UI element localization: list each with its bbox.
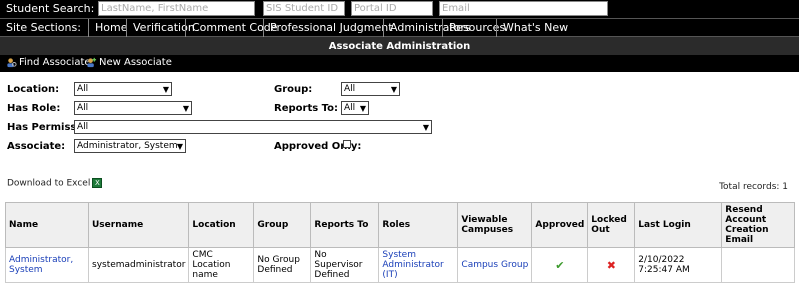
student-name-input[interactable]: LastName, FirstName — [98, 1, 255, 16]
new-associate-label: New Associate — [99, 57, 172, 68]
col-location[interactable]: Location — [188, 202, 255, 248]
reports-to-cell: No Supervisor Defined — [310, 247, 380, 283]
filter-panel: Location: All ▼ Group: All ▼ Has Role: A… — [0, 72, 799, 172]
chevron-down-icon: ▼ — [176, 142, 183, 151]
chevron-down-icon: ▼ — [390, 85, 397, 94]
group-value: All — [344, 84, 356, 94]
associate-select[interactable]: Administrator, System ▼ — [74, 139, 186, 153]
approved-cell: ✔ — [531, 247, 589, 283]
total-records: Total records: 1 — [719, 182, 788, 192]
associate-label: Associate: — [7, 141, 66, 152]
student-search-bar: Student Search: LastName, FirstName SIS … — [0, 0, 799, 18]
location-value: All — [77, 84, 89, 94]
location-label: Location: — [7, 84, 60, 95]
col-last-login[interactable]: Last Login — [634, 202, 723, 248]
col-username[interactable]: Username — [87, 202, 190, 248]
has-permission-select[interactable]: All ▼ — [74, 120, 432, 134]
table-header-row: Name Username Location Group Reports To … — [5, 202, 795, 248]
nav-whats-new[interactable]: What's New — [496, 19, 574, 37]
col-locked-out[interactable]: Locked Out — [587, 202, 636, 248]
col-viewable-campuses: Viewable Campuses — [457, 202, 533, 248]
has-role-select[interactable]: All ▼ — [74, 101, 192, 115]
find-user-icon — [7, 58, 17, 68]
campuses-link[interactable]: Campus Group — [457, 247, 533, 283]
group-select[interactable]: All ▼ — [341, 82, 400, 96]
has-role-value: All — [77, 103, 89, 113]
x-icon[interactable]: ✖ — [607, 259, 616, 272]
table-row: Administrator, System systemadministrato… — [5, 247, 795, 283]
reports-to-label: Reports To: — [274, 103, 339, 114]
col-group[interactable]: Group — [253, 202, 312, 248]
col-reports-to[interactable]: Reports To — [310, 202, 380, 248]
new-associate-button[interactable]: New Associate — [86, 57, 172, 68]
chevron-down-icon: ▼ — [182, 104, 189, 113]
action-toolbar: Find Associate New Associate — [0, 55, 799, 72]
add-user-icon — [87, 57, 97, 68]
location-select[interactable]: All ▼ — [74, 82, 172, 96]
chevron-down-icon: ▼ — [359, 104, 366, 113]
download-to-excel-link[interactable]: Download to Excel X — [7, 178, 103, 189]
last-login-cell: 2/10/2022 7:25:47 AM — [634, 247, 723, 283]
has-role-label: Has Role: — [7, 103, 61, 114]
site-sections-nav: Site Sections: Home Verification Comment… — [0, 18, 799, 37]
has-permission-value: All — [77, 122, 89, 132]
col-resend-email: Resend Account Creation Email — [721, 202, 795, 248]
nav-professional-judgment[interactable]: Professional Judgment — [263, 19, 399, 37]
reports-to-select[interactable]: All ▼ — [341, 101, 369, 115]
col-approved[interactable]: Approved — [531, 202, 589, 248]
group-label: Group: — [274, 84, 313, 95]
col-name[interactable]: Name — [5, 202, 89, 248]
col-roles: Roles — [378, 202, 459, 248]
find-associate-button[interactable]: Find Associate — [6, 57, 91, 68]
student-search-label: Student Search: — [6, 2, 95, 15]
approved-only-checkbox[interactable] — [343, 140, 351, 148]
resend-email-cell[interactable] — [721, 247, 795, 283]
download-label: Download to Excel — [7, 178, 91, 189]
excel-icon: X — [92, 178, 103, 188]
sis-student-id-input[interactable]: SIS Student ID — [263, 1, 345, 16]
group-cell: No Group Defined — [253, 247, 312, 283]
chevron-down-icon: ▼ — [422, 123, 429, 132]
site-sections-label: Site Sections: — [6, 21, 81, 34]
location-cell: CMC Location name — [188, 247, 255, 283]
portal-id-input[interactable]: Portal ID — [351, 1, 433, 16]
username-cell: systemadministrator — [87, 247, 190, 283]
locked-out-cell: ✖ — [587, 247, 636, 283]
associates-table: Name Username Location Group Reports To … — [5, 202, 795, 283]
reports-to-value: All — [344, 103, 356, 113]
chevron-down-icon: ▼ — [162, 85, 169, 94]
email-input[interactable]: Email — [439, 1, 608, 16]
page-title: Associate Administration — [0, 36, 799, 55]
associate-name-link[interactable]: Administrator, System — [5, 247, 89, 283]
roles-link[interactable]: System Administrator (IT) — [378, 247, 459, 283]
find-associate-label: Find Associate — [19, 57, 91, 68]
associate-value: Administrator, System — [77, 141, 178, 151]
check-icon: ✔ — [555, 258, 565, 272]
